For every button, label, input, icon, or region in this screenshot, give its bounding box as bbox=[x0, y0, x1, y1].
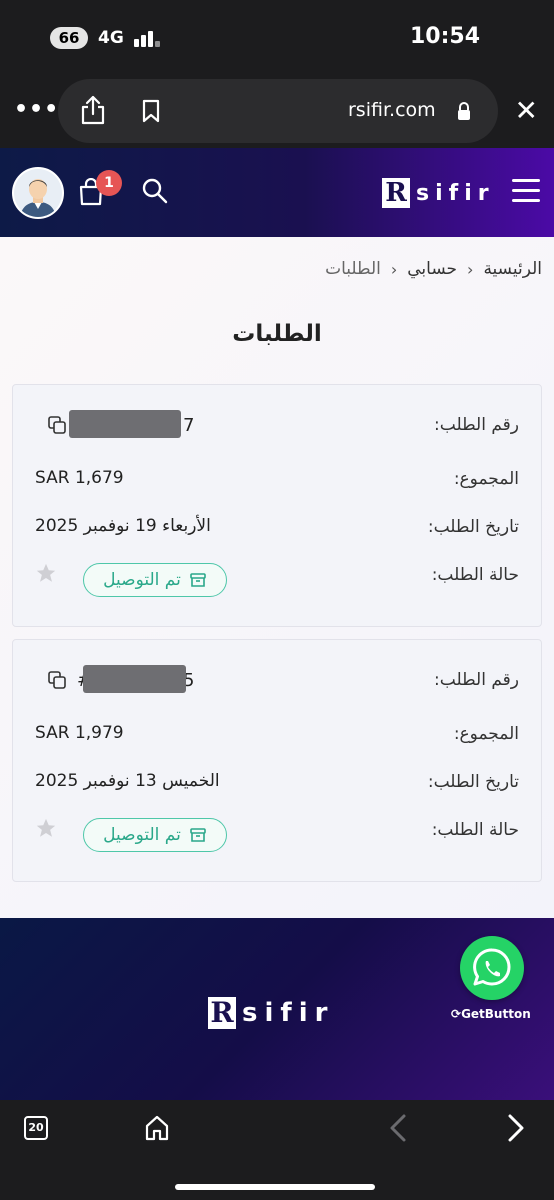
orders-page: الرئيسية ‹ حسابي ‹ الطلبات الطلبات رقم ا… bbox=[0, 237, 554, 918]
order-date: الخميس 13 نوفمبر 2025 bbox=[35, 771, 220, 791]
order-number: 7 bbox=[183, 415, 195, 436]
order-total: SAR 1,979 bbox=[35, 723, 124, 743]
copy-icon[interactable] bbox=[47, 670, 67, 690]
total-label: المجموع: bbox=[453, 724, 519, 744]
status-text: تم التوصيل bbox=[103, 825, 181, 845]
date-label: تاريخ الطلب: bbox=[427, 517, 519, 537]
network-label: 4G bbox=[98, 28, 124, 48]
forward-arrow-icon[interactable] bbox=[506, 1113, 526, 1143]
box-icon bbox=[190, 573, 206, 587]
browser-bar: ••• rsifir.com ✕ bbox=[0, 75, 554, 148]
home-icon[interactable] bbox=[144, 1114, 170, 1142]
browser-toolbar: 20 bbox=[0, 1100, 554, 1200]
breadcrumb-current: الطلبات bbox=[325, 259, 381, 279]
battery-indicator: 66 bbox=[50, 27, 88, 49]
status-bar: 66 4G 10:54 bbox=[0, 0, 554, 75]
status-text: تم التوصيل bbox=[103, 570, 181, 590]
breadcrumb-account[interactable]: حسابي bbox=[407, 259, 457, 279]
status-label: حالة الطلب: bbox=[431, 565, 519, 585]
site-logo[interactable]: R sifir bbox=[382, 176, 495, 210]
signal-icon bbox=[134, 29, 162, 47]
whatsapp-icon bbox=[473, 948, 511, 986]
getbutton-link[interactable]: ⟳GetButton bbox=[451, 1007, 531, 1021]
box-icon bbox=[190, 828, 206, 842]
home-indicator bbox=[175, 1184, 375, 1190]
breadcrumb: الرئيسية ‹ حسابي ‹ الطلبات bbox=[325, 259, 542, 279]
order-card: رقم الطلب: 7 المجموع: SAR 1,679 تاريخ ال… bbox=[12, 384, 542, 627]
site-header: 1 R sifir bbox=[0, 148, 554, 237]
copy-icon[interactable] bbox=[47, 415, 67, 435]
logo-text: sifir bbox=[416, 180, 495, 206]
user-avatar-icon bbox=[14, 169, 62, 217]
whatsapp-button[interactable] bbox=[460, 936, 524, 1000]
redacted-order-number bbox=[69, 410, 181, 438]
address-bar[interactable]: rsifir.com bbox=[58, 79, 498, 143]
redacted-order-number bbox=[83, 665, 186, 693]
status-badge: تم التوصيل bbox=[83, 563, 227, 597]
clock: 10:54 bbox=[409, 24, 480, 49]
url-text[interactable]: rsifir.com bbox=[348, 99, 436, 121]
getbutton-text: GetButton bbox=[461, 1007, 531, 1021]
logo-letter: R bbox=[208, 997, 236, 1029]
hamburger-menu-icon[interactable] bbox=[512, 178, 540, 204]
tabs-button[interactable]: 20 bbox=[24, 1116, 48, 1140]
star-icon[interactable] bbox=[35, 562, 57, 584]
order-date: الأربعاء 19 نوفمبر 2025 bbox=[35, 516, 211, 536]
order-number-label: رقم الطلب: bbox=[434, 670, 519, 690]
logo-letter: R bbox=[382, 178, 410, 208]
footer-logo[interactable]: R sifir bbox=[208, 997, 334, 1029]
order-card: رقم الطلب: # 5 المجموع: SAR 1,979 تاريخ … bbox=[12, 639, 542, 882]
site-footer: R sifir ⟳GetButton bbox=[0, 918, 554, 1100]
chevron-left-icon: ‹ bbox=[467, 259, 474, 279]
search-icon[interactable] bbox=[141, 177, 169, 205]
total-label: المجموع: bbox=[453, 469, 519, 489]
date-label: تاريخ الطلب: bbox=[427, 772, 519, 792]
chevron-left-icon: ‹ bbox=[390, 259, 398, 279]
breadcrumb-home[interactable]: الرئيسية bbox=[483, 259, 542, 279]
lock-icon bbox=[458, 102, 470, 120]
close-icon[interactable]: ✕ bbox=[515, 97, 538, 125]
bookmark-icon[interactable] bbox=[140, 99, 162, 123]
getbutton-logo-icon: ⟳ bbox=[451, 1007, 462, 1021]
cart-count-badge: 1 bbox=[96, 170, 122, 196]
back-arrow-icon[interactable] bbox=[388, 1113, 408, 1143]
logo-text: sifir bbox=[242, 998, 335, 1028]
status-badge: تم التوصيل bbox=[83, 818, 227, 852]
avatar[interactable] bbox=[12, 167, 64, 219]
share-icon[interactable] bbox=[80, 95, 106, 125]
star-icon[interactable] bbox=[35, 817, 57, 839]
status-label: حالة الطلب: bbox=[431, 820, 519, 840]
order-total: SAR 1,679 bbox=[35, 468, 124, 488]
ellipsis-icon[interactable]: ••• bbox=[14, 97, 59, 122]
order-number-label: رقم الطلب: bbox=[434, 415, 519, 435]
page-title: الطلبات bbox=[232, 321, 322, 347]
